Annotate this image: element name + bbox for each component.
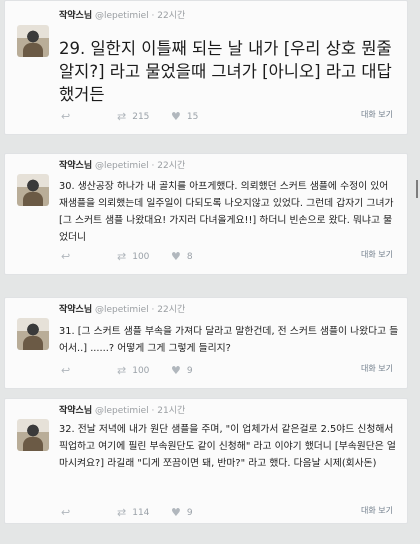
author-handle[interactable]: @lepetimiel bbox=[95, 11, 149, 21]
tweet-text: 32. 전날 저녁에 내가 원단 샘플을 주며, "이 업체가서 같은걸로 2.… bbox=[59, 424, 396, 469]
tweet-card: 작약스님 @lepetimiel · 21시간 32. 전날 저녁에 내가 원단… bbox=[4, 398, 408, 524]
heart-icon: ♥ bbox=[171, 364, 181, 377]
separator-dot: · bbox=[151, 305, 155, 315]
tweet-actions: ↩ ⇄ 215 ♥ 15 bbox=[61, 111, 211, 125]
tweet-header: 작약스님 @lepetimiel · 22시간 bbox=[59, 158, 185, 171]
reply-button[interactable]: ↩ bbox=[61, 251, 70, 262]
retweet-button[interactable]: ⇄ 100 bbox=[117, 365, 149, 376]
tweet-card: 작약스님 @lepetimiel · 22시간 29. 일한지 이틀째 되는 날… bbox=[4, 0, 408, 135]
heart-icon: ♥ bbox=[171, 506, 181, 519]
timestamp[interactable]: 22시간 bbox=[157, 305, 185, 315]
like-button[interactable]: ♥ 9 bbox=[171, 365, 193, 376]
view-conversation-link[interactable]: 대화 보기 bbox=[361, 249, 393, 260]
retweet-icon: ⇄ bbox=[117, 110, 127, 123]
tweet-card: 작약스님 @lepetimiel · 22시간 30. 생산공장 하나가 내 골… bbox=[4, 153, 408, 275]
like-count: 15 bbox=[186, 111, 199, 122]
like-button[interactable]: ♥ 15 bbox=[171, 111, 198, 122]
tweet-text: 29. 일한지 이틀째 되는 날 내가 [우리 상호 뭔줄 알지?] 라고 물었… bbox=[59, 39, 392, 104]
scrollbar-thumb[interactable] bbox=[416, 180, 418, 198]
retweet-button[interactable]: ⇄ 215 bbox=[117, 111, 149, 122]
retweet-button[interactable]: ⇄ 100 bbox=[117, 251, 149, 262]
timestamp[interactable]: 22시간 bbox=[157, 161, 185, 171]
reply-icon: ↩ bbox=[61, 250, 71, 263]
reply-icon: ↩ bbox=[61, 110, 71, 123]
retweet-count: 100 bbox=[132, 251, 150, 262]
retweet-count: 215 bbox=[132, 111, 150, 122]
tweet-actions: ↩ ⇄ 100 ♥ 8 bbox=[61, 251, 211, 265]
tweet-card: 작약스님 @lepetimiel · 22시간 31. [그 스커트 샘플 부속… bbox=[4, 297, 408, 389]
retweet-icon: ⇄ bbox=[117, 364, 127, 377]
tweet-actions: ↩ ⇄ 100 ♥ 9 bbox=[61, 365, 211, 379]
reply-icon: ↩ bbox=[61, 506, 71, 519]
retweet-count: 100 bbox=[132, 365, 150, 376]
tweet-text: 31. [그 스커트 샘플 부속을 가져다 달라고 말한건데, 전 스커트 샘플… bbox=[59, 326, 399, 354]
tweet-text: 30. 생산공장 하나가 내 골치를 아프게했다. 의뢰했던 스커트 샘플에 수… bbox=[59, 181, 394, 243]
separator-dot: · bbox=[151, 11, 155, 21]
tweet-header: 작약스님 @lepetimiel · 21시간 bbox=[59, 403, 185, 416]
retweet-icon: ⇄ bbox=[117, 250, 127, 263]
retweet-count: 114 bbox=[132, 507, 150, 518]
separator-dot: · bbox=[151, 161, 155, 171]
avatar[interactable] bbox=[17, 25, 49, 57]
author-name[interactable]: 작약스님 bbox=[59, 406, 92, 416]
timestamp[interactable]: 21시간 bbox=[157, 406, 185, 416]
reply-button[interactable]: ↩ bbox=[61, 111, 70, 122]
reply-button[interactable]: ↩ bbox=[61, 365, 70, 376]
view-conversation-link[interactable]: 대화 보기 bbox=[361, 505, 393, 516]
heart-icon: ♥ bbox=[171, 110, 181, 123]
timestamp[interactable]: 22시간 bbox=[157, 11, 185, 21]
author-name[interactable]: 작약스님 bbox=[59, 11, 92, 21]
like-count: 9 bbox=[186, 507, 193, 518]
tweet-feed: 작약스님 @lepetimiel · 22시간 29. 일한지 이틀째 되는 날… bbox=[0, 0, 420, 544]
tweet-header: 작약스님 @lepetimiel · 22시간 bbox=[59, 8, 185, 21]
tweet-actions: ↩ ⇄ 114 ♥ 9 bbox=[61, 507, 211, 521]
avatar[interactable] bbox=[17, 318, 49, 350]
like-button[interactable]: ♥ 9 bbox=[171, 507, 193, 518]
author-handle[interactable]: @lepetimiel bbox=[95, 406, 149, 416]
like-button[interactable]: ♥ 8 bbox=[171, 251, 193, 262]
author-name[interactable]: 작약스님 bbox=[59, 161, 92, 171]
like-count: 8 bbox=[186, 251, 193, 262]
author-name[interactable]: 작약스님 bbox=[59, 305, 92, 315]
reply-icon: ↩ bbox=[61, 364, 71, 377]
view-conversation-link[interactable]: 대화 보기 bbox=[361, 363, 393, 374]
view-conversation-link[interactable]: 대화 보기 bbox=[361, 109, 393, 120]
author-handle[interactable]: @lepetimiel bbox=[95, 161, 149, 171]
heart-icon: ♥ bbox=[171, 250, 181, 263]
author-handle[interactable]: @lepetimiel bbox=[95, 305, 149, 315]
avatar[interactable] bbox=[17, 174, 49, 206]
retweet-icon: ⇄ bbox=[117, 506, 127, 519]
retweet-button[interactable]: ⇄ 114 bbox=[117, 507, 149, 518]
tweet-header: 작약스님 @lepetimiel · 22시간 bbox=[59, 302, 185, 315]
avatar[interactable] bbox=[17, 419, 49, 451]
separator-dot: · bbox=[151, 406, 155, 416]
like-count: 9 bbox=[186, 365, 193, 376]
reply-button[interactable]: ↩ bbox=[61, 507, 70, 518]
